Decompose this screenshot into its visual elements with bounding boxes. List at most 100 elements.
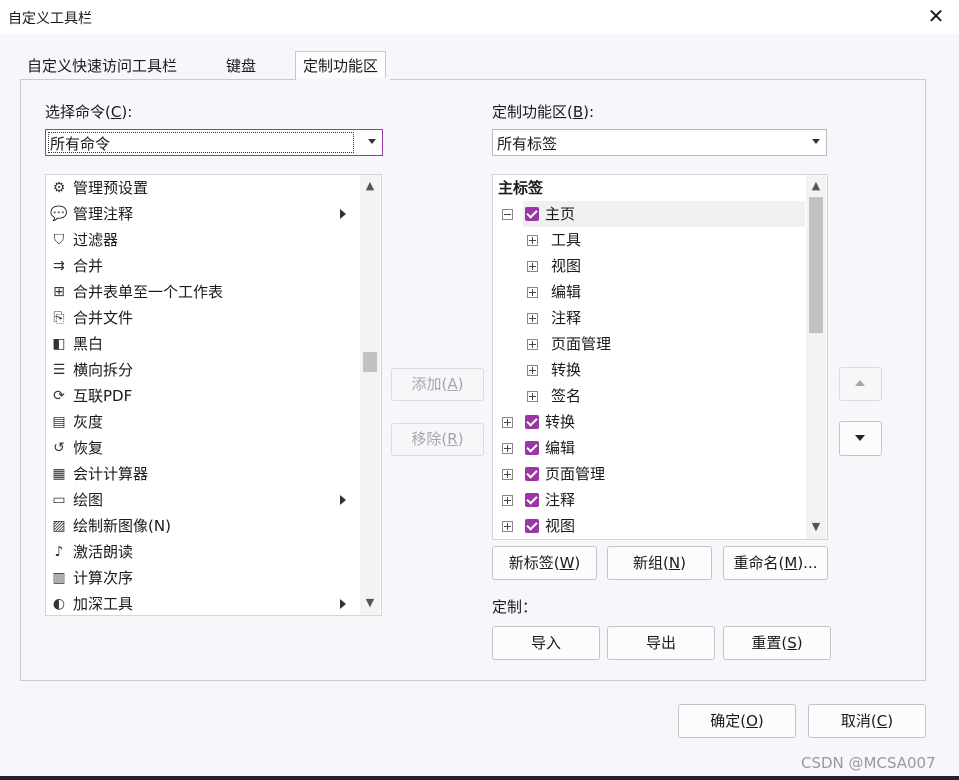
reset-button[interactable]: 重置(S) (723, 626, 831, 660)
commands-scrollbar[interactable]: ▲ ▼ (360, 175, 380, 615)
ribbon-tree[interactable]: 主标签 主页 工具 视图 编辑 注释 页面管理 转换 签名 转换 编辑 页面管理 注释 视图 ▲ ▼ (492, 174, 828, 540)
preset-icon: ⚙ (52, 180, 66, 196)
tree-scrollbar[interactable]: ▲ ▼ (806, 175, 826, 539)
background-strip (0, 34, 6, 74)
command-list-item[interactable]: ↺ 恢复 (46, 435, 356, 461)
expand-icon[interactable] (502, 417, 513, 428)
tree-item[interactable]: 编辑 (493, 279, 805, 305)
scroll-down-icon[interactable]: ▼ (807, 520, 825, 534)
scroll-up-icon[interactable]: ▲ (807, 179, 825, 193)
scroll-thumb[interactable] (363, 352, 377, 372)
tree-item-label: 转换 (551, 361, 582, 379)
burn-tool-icon: ◐ (52, 596, 66, 612)
merge-forms-icon: ⊞ (53, 284, 65, 300)
restore-icon: ↺ (53, 440, 65, 456)
command-list-item[interactable]: ◧ 黑白 (46, 331, 356, 357)
commands-list[interactable]: ⚙ 管理预设置 💬 管理注释 ⛉ 过滤器 ⇉ 合并 ⊞ 合并表单至一个工作表 ⎘ 合并文件 ◧ 黑白 ☰ 横向… (45, 174, 382, 616)
tree-item[interactable]: 页面管理 (493, 331, 805, 357)
split-horizontal-icon: ☰ (52, 362, 66, 378)
export-button[interactable]: 导出 (607, 626, 715, 660)
command-list-item[interactable]: ♪ 激活朗读 (46, 539, 356, 565)
tab-keyboard[interactable]: 键盘 (226, 52, 256, 80)
expand-icon[interactable] (527, 261, 538, 272)
expand-icon[interactable] (527, 365, 538, 376)
tree-item-label: 主页 (545, 205, 576, 223)
expand-icon[interactable] (502, 521, 513, 532)
close-icon[interactable]: ✕ (925, 4, 947, 28)
checkbox-checked-icon[interactable] (525, 207, 539, 221)
commands-dropdown-value: 所有命令 (50, 135, 111, 153)
command-list-item[interactable]: ⎘ 合并文件 (46, 305, 356, 331)
remove-button[interactable]: 移除(R) (391, 423, 484, 456)
command-list-item[interactable]: 💬 管理注释 (46, 201, 356, 227)
move-up-button[interactable] (839, 367, 882, 401)
expand-icon[interactable] (502, 469, 513, 480)
tree-item[interactable]: 主标签 (493, 175, 805, 201)
chevron-right-icon (340, 495, 346, 505)
read-aloud-icon: ♪ (54, 544, 64, 560)
scroll-down-icon[interactable]: ▼ (361, 596, 379, 610)
expand-icon[interactable] (502, 443, 513, 454)
new-group-button[interactable]: 新组(N) (607, 546, 712, 580)
tree-item[interactable]: 转换 (493, 409, 805, 435)
tree-item[interactable]: 注释 (493, 305, 805, 331)
ribbon-dropdown-value: 所有标签 (497, 135, 558, 153)
checkbox-checked-icon[interactable] (525, 441, 539, 455)
tree-item[interactable]: 转换 (493, 357, 805, 383)
scroll-up-icon[interactable]: ▲ (361, 179, 379, 193)
command-label: 绘制新图像(N) (73, 517, 171, 535)
command-list-item[interactable]: ⛉ 过滤器 (46, 227, 356, 253)
collapse-icon[interactable] (502, 209, 513, 220)
tab-customize-ribbon[interactable]: 定制功能区 (295, 51, 387, 80)
rename-button[interactable]: 重命名(M)... (723, 546, 828, 580)
expand-icon[interactable] (527, 313, 538, 324)
customize-ribbon-label: 定制功能区(B): (492, 103, 595, 121)
drawing-icon: ▭ (52, 492, 66, 508)
command-label: 绘图 (73, 491, 104, 509)
command-list-item[interactable]: ⟳ 互联PDF (46, 383, 356, 409)
cancel-button[interactable]: 取消(C) (808, 704, 926, 738)
tree-item-label: 主标签 (498, 179, 544, 197)
command-list-item[interactable]: ▭ 绘图 (46, 487, 356, 513)
ribbon-tabs-dropdown[interactable]: 所有标签 (492, 129, 827, 156)
checkbox-checked-icon[interactable] (525, 519, 539, 533)
checkbox-checked-icon[interactable] (525, 467, 539, 481)
tree-item[interactable]: 注释 (493, 487, 805, 513)
tree-item[interactable]: 工具 (493, 227, 805, 253)
tree-item[interactable]: 编辑 (493, 435, 805, 461)
tree-item[interactable]: 主页 (502, 201, 805, 227)
tree-item[interactable]: 签名 (493, 383, 805, 409)
expand-icon[interactable] (527, 235, 538, 246)
tree-item[interactable]: 页面管理 (493, 461, 805, 487)
expand-icon[interactable] (527, 391, 538, 402)
command-list-item[interactable]: ▥ 计算次序 (46, 565, 356, 591)
expand-icon[interactable] (527, 287, 538, 298)
command-list-item[interactable]: ⚙ 管理预设置 (46, 175, 356, 201)
expand-icon[interactable] (527, 339, 538, 350)
move-down-button[interactable] (839, 421, 882, 456)
commands-dropdown[interactable]: 所有命令 (45, 129, 383, 156)
add-button[interactable]: 添加(A) (391, 368, 484, 401)
expand-icon[interactable] (502, 495, 513, 506)
command-label: 计算次序 (73, 569, 134, 587)
tree-item[interactable]: 视图 (493, 513, 805, 539)
chevron-right-icon (340, 599, 346, 609)
ok-button[interactable]: 确定(O) (678, 704, 796, 738)
tab-quick-access[interactable]: 自定义快速访问工具栏 (27, 52, 177, 80)
command-list-item[interactable]: ▤ 灰度 (46, 409, 356, 435)
tree-item[interactable]: 视图 (493, 253, 805, 279)
tree-item-label: 视图 (545, 517, 576, 535)
command-list-item[interactable]: ▦ 会计计算器 (46, 461, 356, 487)
checkbox-checked-icon[interactable] (525, 415, 539, 429)
import-button[interactable]: 导入 (492, 626, 600, 660)
tree-item-label: 页面管理 (545, 465, 606, 483)
command-list-item[interactable]: ☰ 横向拆分 (46, 357, 356, 383)
command-list-item[interactable]: ▨ 绘制新图像(N) (46, 513, 356, 539)
checkbox-checked-icon[interactable] (525, 493, 539, 507)
dialog-title: 自定义工具栏 (8, 11, 92, 27)
command-list-item[interactable]: ⊞ 合并表单至一个工作表 (46, 279, 356, 305)
command-list-item[interactable]: ⇉ 合并 (46, 253, 356, 279)
new-tab-button[interactable]: 新标签(W) (492, 546, 597, 580)
scroll-thumb[interactable] (809, 197, 823, 333)
command-list-item[interactable]: ◐ 加深工具 (46, 591, 356, 615)
